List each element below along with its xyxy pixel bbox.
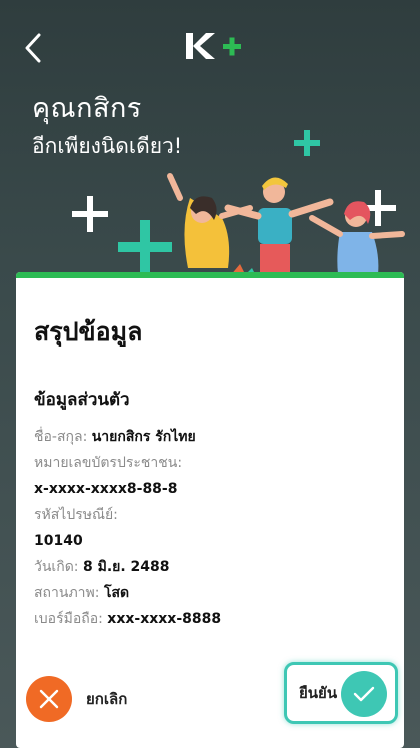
- cancel-button[interactable]: ยกเลิก: [26, 676, 127, 722]
- status-value: โสด: [103, 585, 130, 601]
- greeting-title: คุณกสิกร: [32, 93, 142, 124]
- plus-decoration-icon: [72, 196, 108, 232]
- cancel-circle: [26, 676, 72, 722]
- postal-label-row: รหัสไปรษณีย์:: [34, 502, 394, 528]
- status-row: สถานภาพ: โสด: [34, 580, 394, 606]
- close-icon: [39, 689, 59, 709]
- postal-value-row: 10140: [34, 528, 394, 554]
- id-label-row: หมายเลขบัตรประชาชน:: [34, 450, 394, 476]
- confirm-label: ยืนยัน: [299, 684, 338, 702]
- status-label: สถานภาพ:: [34, 585, 100, 601]
- personal-info-list: ชื่อ-สกุล: นายกสิกร รักไทย หมายเลขบัตรปร…: [34, 424, 394, 632]
- greeting-subtitle: อีกเพียงนิดเดียว!: [32, 134, 183, 158]
- name-row: ชื่อ-สกุล: นายกสิกร รักไทย: [34, 424, 394, 450]
- confirm-button[interactable]: ยืนยัน: [284, 662, 398, 724]
- hero-banner: คุณกสิกร อีกเพียงนิดเดียว!: [0, 0, 420, 290]
- back-button[interactable]: [18, 30, 48, 66]
- dob-label: วันเกิด:: [34, 559, 79, 575]
- summary-card: สรุปข้อมูล ข้อมูลส่วนตัว ชื่อ-สกุล: นายก…: [16, 272, 404, 748]
- phone-row: เบอร์มือถือ: xxx-xxxx-8888: [34, 606, 394, 632]
- plus-decoration-icon: [294, 130, 320, 156]
- confirm-circle: [341, 671, 387, 717]
- postal-label: รหัสไปรษณีย์:: [34, 507, 118, 523]
- name-value: นายกสิกร รักไทย: [91, 429, 196, 445]
- chevron-left-icon: [25, 33, 41, 63]
- card-accent-bar: [16, 272, 404, 278]
- phone-label: เบอร์มือถือ:: [34, 611, 103, 627]
- personal-info-heading: ข้อมูลส่วนตัว: [34, 390, 130, 410]
- checkmark-icon: [353, 686, 375, 702]
- id-label: หมายเลขบัตรประชาชน:: [34, 455, 183, 471]
- id-value-row: x-xxxx-xxxx8-88-8: [34, 476, 394, 502]
- id-value: x-xxxx-xxxx8-88-8: [34, 481, 178, 497]
- kplus-logo: [186, 33, 241, 59]
- name-label: ชื่อ-สกุล:: [34, 429, 88, 445]
- cancel-label: ยกเลิก: [86, 690, 128, 708]
- people-illustration: [167, 173, 405, 276]
- summary-title: สรุปข้อมูล: [34, 317, 143, 346]
- phone-value: xxx-xxxx-8888: [107, 611, 222, 627]
- dob-row: วันเกิด: 8 มิ.ย. 2488: [34, 554, 394, 580]
- dob-value: 8 มิ.ย. 2488: [82, 559, 170, 575]
- postal-value: 10140: [34, 533, 83, 549]
- action-footer: ยกเลิก ยืนยัน: [16, 662, 404, 748]
